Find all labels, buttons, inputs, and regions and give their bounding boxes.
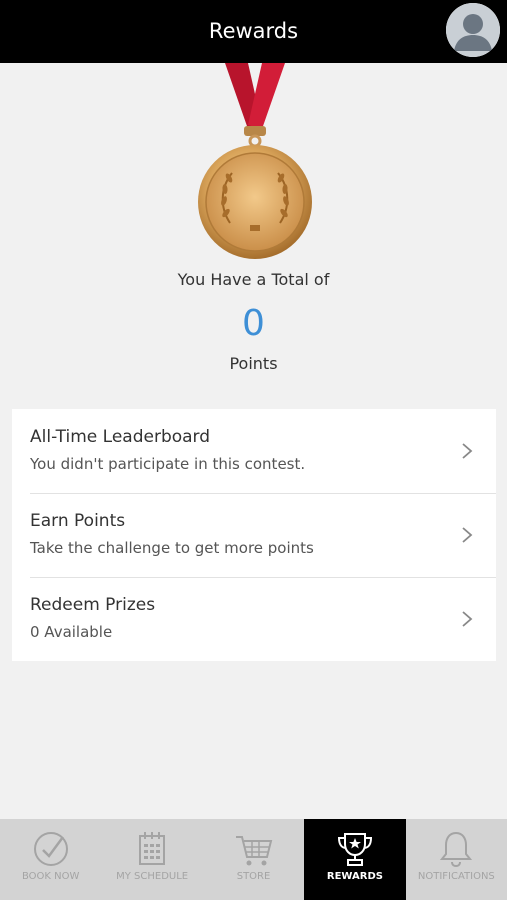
list-item-title: Redeem Prizes <box>30 595 156 615</box>
tab-label: STORE <box>236 871 271 882</box>
tab-label: NOTIFICATIONS <box>417 871 495 882</box>
header-bar: Rewards <box>0 0 507 63</box>
tab-my-schedule[interactable]: MY SCHEDULE <box>101 819 202 900</box>
calendar-icon <box>139 832 166 865</box>
tab-rewards[interactable]: REWARDS <box>304 819 406 900</box>
list-item-title: Earn Points <box>30 511 126 531</box>
tab-book-now[interactable]: BOOK NOW <box>0 819 101 900</box>
list-item-subtitle: You didn't participate in this contest. <box>30 455 306 473</box>
page-title: Rewards <box>208 19 299 43</box>
points-total-label: You Have a Total of <box>177 270 330 289</box>
points-unit-label: Points <box>229 354 278 373</box>
medal-icon <box>190 63 320 268</box>
user-silhouette-icon <box>446 3 500 57</box>
avatar[interactable] <box>446 3 500 57</box>
points-value: 0 <box>242 303 265 344</box>
tab-store[interactable]: STORE <box>203 819 304 900</box>
chevron-right-icon <box>462 443 473 459</box>
tab-notifications[interactable]: NOTIFICATIONS <box>406 819 507 900</box>
cart-icon <box>235 836 272 866</box>
tab-label: REWARDS <box>326 871 383 882</box>
list-item-title: All-Time Leaderboard <box>30 427 211 447</box>
bell-icon <box>440 831 473 868</box>
tab-label: MY SCHEDULE <box>116 871 189 882</box>
redeem-prizes-row[interactable]: Redeem Prizes 0 Available <box>12 577 496 661</box>
chevron-right-icon <box>462 527 473 543</box>
leaderboard-row[interactable]: All-Time Leaderboard You didn't particip… <box>12 409 496 493</box>
earn-points-row[interactable]: Earn Points Take the challenge to get mo… <box>12 493 496 577</box>
chevron-right-icon <box>462 611 473 627</box>
rewards-menu-list: All-Time Leaderboard You didn't particip… <box>12 409 496 661</box>
rewards-screen: Rewards You Have a Total of 0 Points All… <box>0 0 507 900</box>
trophy-icon <box>337 833 372 866</box>
tab-label: BOOK NOW <box>22 871 80 882</box>
checkmark-circle-icon <box>33 832 68 866</box>
bottom-tab-bar: BOOK NOW MY SCHEDULE STORE REWARDS NOTIF… <box>0 819 507 900</box>
list-item-subtitle: 0 Available <box>30 623 113 641</box>
list-item-subtitle: Take the challenge to get more points <box>30 539 314 557</box>
